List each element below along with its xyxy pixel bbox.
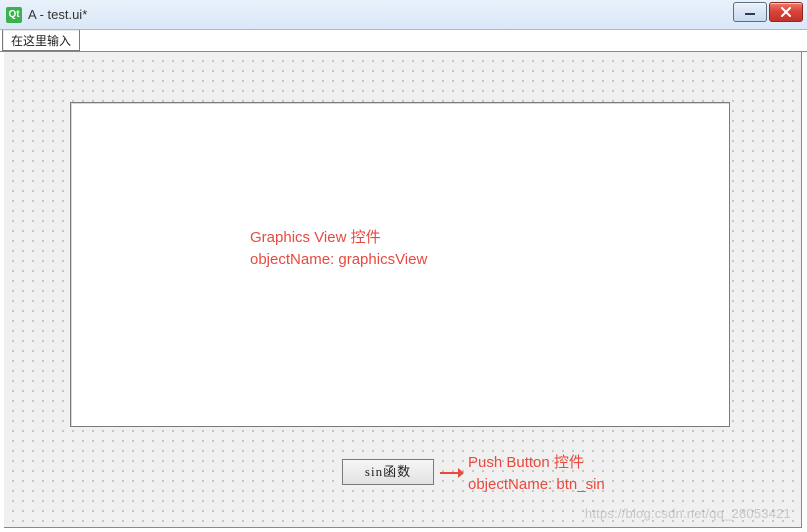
menubar: 在这里输入 — [0, 30, 807, 52]
annotation-line: objectName: graphicsView — [250, 249, 427, 271]
form-canvas[interactable]: sin函数 Graphics View 控件 objectName: graph… — [4, 52, 802, 528]
window-titlebar: Qt A - test.ui* — [0, 0, 807, 30]
annotation-graphics-view: Graphics View 控件 objectName: graphicsVie… — [250, 227, 427, 271]
menu-type-here[interactable]: 在这里输入 — [2, 30, 80, 51]
close-button[interactable] — [769, 2, 803, 22]
annotation-line: Push Button 控件 — [468, 452, 605, 474]
qt-icon: Qt — [6, 7, 22, 23]
arrow-icon — [440, 466, 464, 480]
watermark: https://blog.csdn.net/qq_28053421 — [585, 506, 791, 521]
window-controls — [733, 2, 803, 22]
minimize-button[interactable] — [733, 2, 767, 22]
window-title: A - test.ui* — [28, 7, 87, 22]
annotation-line: Graphics View 控件 — [250, 227, 427, 249]
sin-button[interactable]: sin函数 — [342, 459, 434, 485]
annotation-button: Push Button 控件 objectName: btn_sin — [468, 452, 605, 496]
annotation-line: objectName: btn_sin — [468, 474, 605, 496]
